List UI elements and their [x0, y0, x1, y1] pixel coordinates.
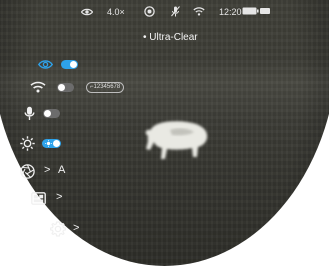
zoom-level: 4.0×: [107, 7, 125, 17]
wifi-id-badge: ⌐12345678: [86, 82, 125, 93]
gear-icon: [50, 221, 66, 237]
quick-menu: ⌐12345678 > A > >: [0, 50, 160, 250]
brightness-row[interactable]: [20, 136, 70, 152]
battery-icon: [260, 8, 270, 14]
mode-eye-icon: [38, 60, 53, 69]
battery-icon: [242, 7, 259, 15]
microphone-row[interactable]: [24, 106, 74, 122]
settings-chevron: >: [73, 222, 80, 234]
microphone-toggle[interactable]: [43, 109, 60, 118]
wifi-icon: [193, 7, 205, 16]
shutter-icon: [144, 6, 155, 17]
mic-off-icon: [171, 6, 180, 17]
shutter-mode-chevron: >: [44, 164, 51, 176]
microphone-icon: [24, 106, 35, 120]
picture-in-picture-chevron: >: [56, 191, 63, 203]
view-mode-row[interactable]: [38, 58, 83, 72]
picture-in-picture-icon: [31, 192, 46, 205]
aperture-icon: [20, 164, 35, 179]
mode-label: • Ultra-Clear: [143, 32, 198, 43]
settings-row[interactable]: >: [50, 221, 90, 239]
status-bar: 4.0× 12:20: [0, 0, 329, 20]
shutter-mode-value: A: [58, 164, 66, 176]
device-screen: 4.0× 12:20 • Ultra-Clear ⌐12345678 > A >…: [0, 0, 329, 266]
wifi-row[interactable]: ⌐12345678: [30, 81, 140, 95]
shutter-mode-row[interactable]: > A: [20, 164, 80, 180]
view-mode-toggle[interactable]: [61, 60, 78, 69]
brightness-toggle[interactable]: [42, 139, 61, 148]
wifi-icon: [30, 81, 46, 93]
sun-small-icon: [45, 140, 52, 147]
wifi-id: 12345678: [93, 84, 121, 90]
sun-icon: [20, 136, 35, 151]
picture-in-picture-row[interactable]: >: [31, 191, 71, 207]
eye-icon: [81, 8, 93, 16]
wifi-toggle[interactable]: [57, 83, 74, 92]
clock: 12:20: [219, 7, 242, 17]
